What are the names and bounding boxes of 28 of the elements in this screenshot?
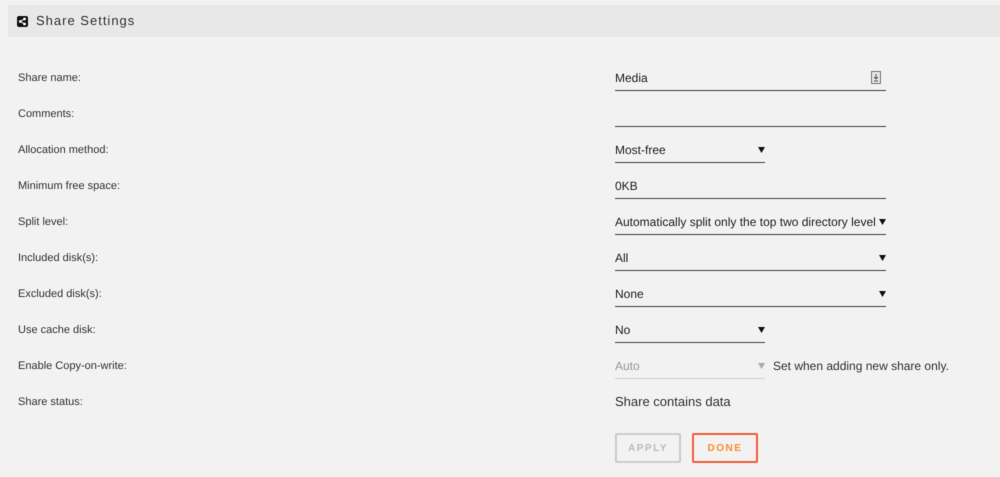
field-label: Enable Copy-on-write: [17,358,128,374]
share-icon [17,16,28,26]
field-label: Excluded disk(s): [17,286,103,302]
caret-icon [879,218,886,224]
field-label: Minimum free space: [17,178,122,194]
caret-icon [758,146,765,152]
field-label: Share name: [17,70,82,86]
dropdown[interactable]: All [615,245,886,271]
caret-icon [879,290,886,296]
caret-icon [758,326,765,332]
text-field[interactable]: Media [615,65,886,91]
status-text: Share contains data [615,393,731,412]
dropdown[interactable]: None [615,281,886,307]
field-note: Set when adding new share only. [773,358,949,375]
input-helper-icon [871,71,881,84]
dropdown[interactable]: Most-free [615,137,765,163]
field-label: Comments: [17,106,76,122]
field-label: Share status: [17,394,84,410]
field-label: Allocation method: [17,142,110,158]
text-field[interactable]: 0KB [615,173,886,199]
dropdown[interactable]: Automatically split only the top two directory level [615,209,886,235]
dropdown[interactable]: No [615,317,765,343]
field-label: Split level: [17,214,70,230]
panel-title: Share Settings [36,12,136,30]
caret-icon [879,254,886,260]
caret-icon [758,362,765,368]
field-label: Included disk(s): [17,250,100,266]
field-label: Use cache disk: [17,322,97,338]
